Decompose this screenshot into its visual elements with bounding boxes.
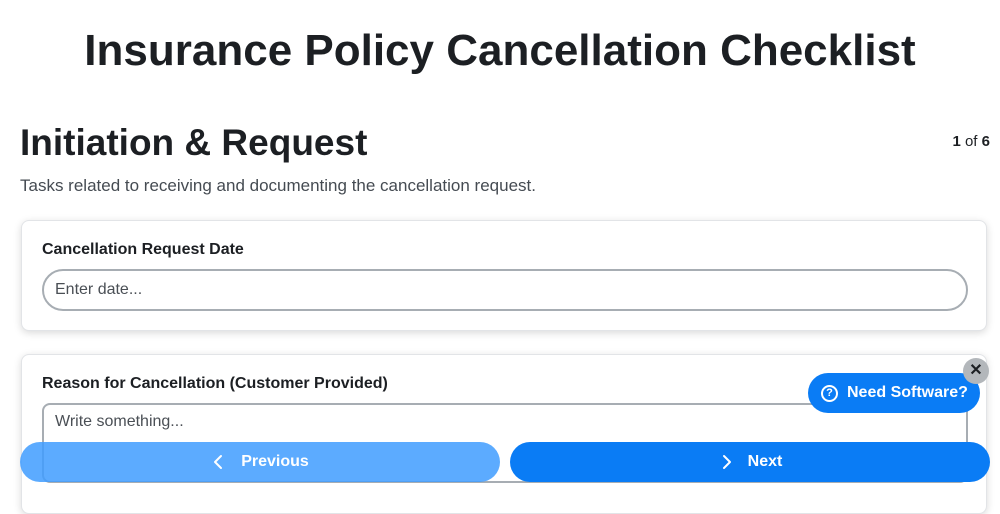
next-button[interactable]: Next <box>510 442 990 482</box>
step-current: 1 <box>952 133 961 150</box>
chevron-left-icon <box>214 455 223 469</box>
section-title: Initiation & Request <box>20 122 368 163</box>
field-card-request-date: Cancellation Request Date <box>21 220 987 331</box>
need-software-label: Need Software? <box>847 384 968 401</box>
need-software-button[interactable]: ? Need Software? <box>808 373 980 413</box>
step-total: 6 <box>981 133 990 150</box>
field-label-cancellation-reason: Reason for Cancellation (Customer Provid… <box>42 375 388 392</box>
next-button-label: Next <box>747 453 783 470</box>
previous-button[interactable]: Previous <box>20 442 500 482</box>
step-of: of <box>964 133 978 150</box>
page-title: Insurance Policy Cancellation Checklist <box>84 26 916 75</box>
field-label-request-date: Cancellation Request Date <box>42 241 244 258</box>
request-date-input[interactable] <box>42 269 968 311</box>
chevron-right-icon <box>722 455 731 469</box>
previous-button-label: Previous <box>241 453 309 470</box>
step-counter: 1 of 6 <box>952 133 990 150</box>
close-icon[interactable]: ✕ <box>963 358 989 384</box>
section-description: Tasks related to receiving and documenti… <box>20 176 536 195</box>
question-circle-icon: ? <box>821 384 838 402</box>
